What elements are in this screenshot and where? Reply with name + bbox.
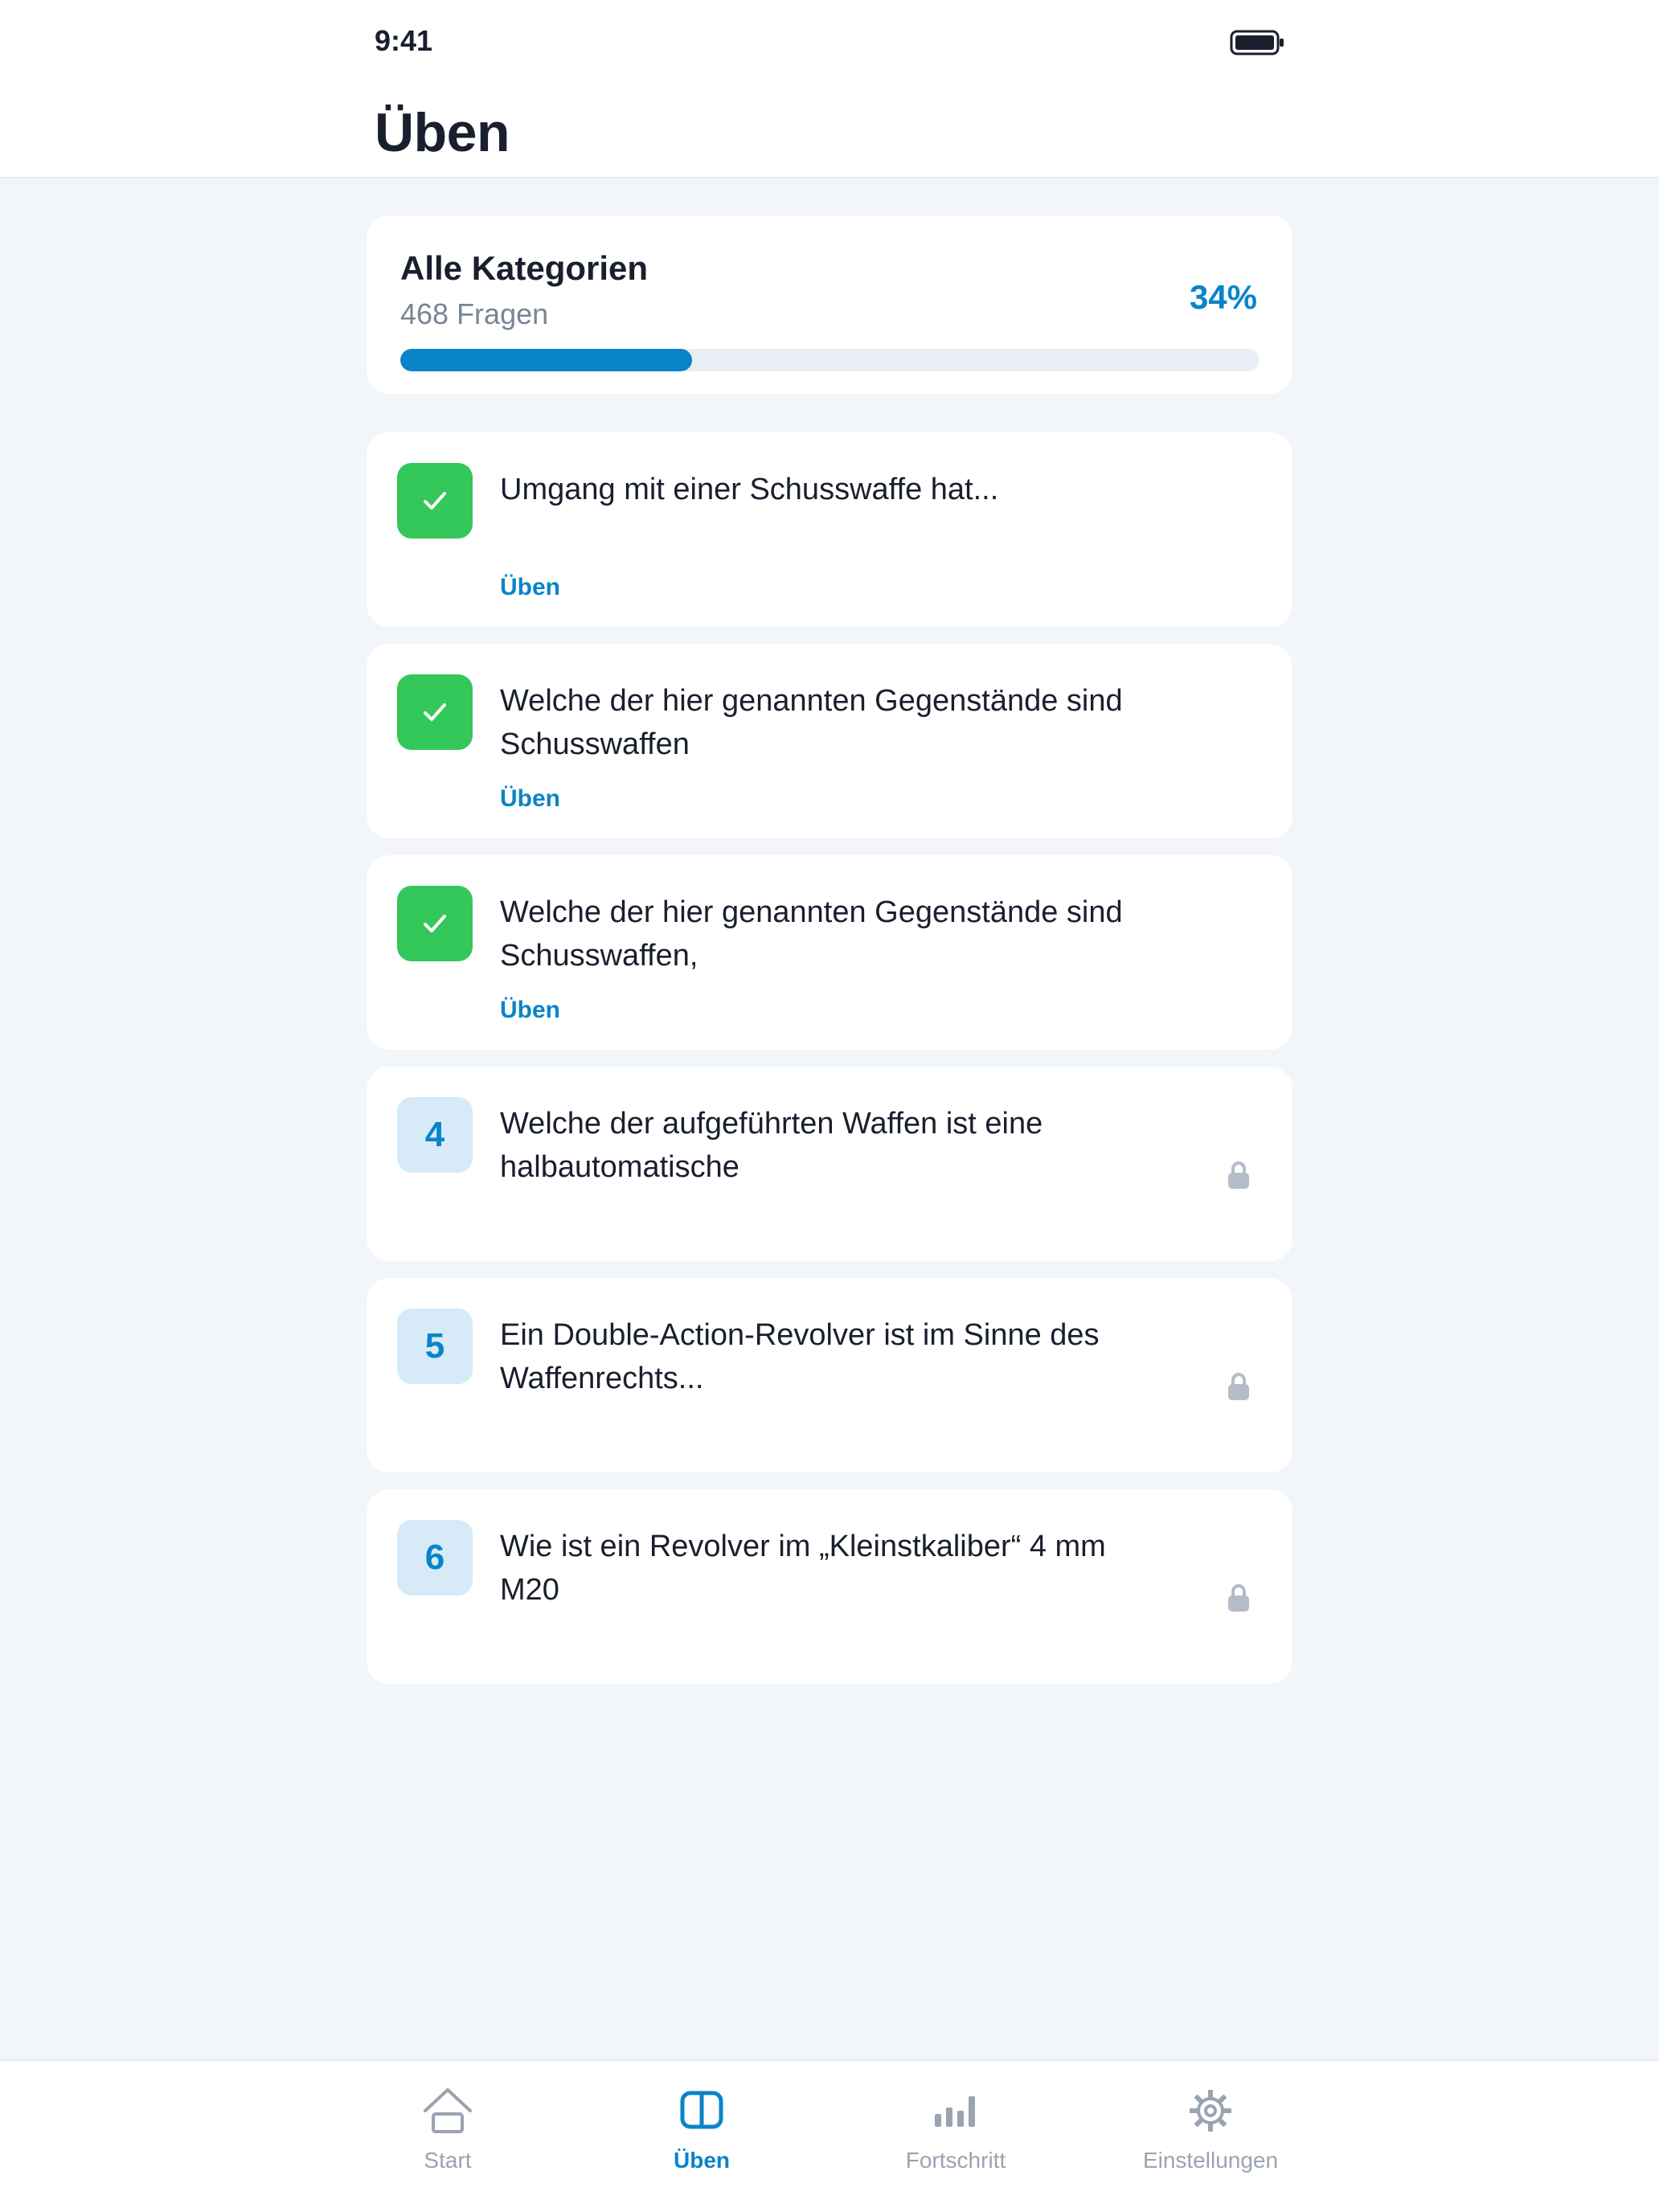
question-number: 4 (424, 1115, 445, 1154)
question-card[interactable]: Welche der hier genannten Gegenstände si… (367, 644, 1292, 838)
tab-üben[interactable]: Üben (589, 2061, 814, 2181)
question-text: Welche der hier genannten Gegenstände si… (500, 684, 1123, 761)
tab-start[interactable]: Start (335, 2061, 560, 2181)
lock-icon (1228, 1161, 1249, 1189)
question-text: Umgang mit einer Schusswaffe hat... (500, 473, 999, 506)
question-card[interactable]: 4 Welche der aufgeführten Waffen ist eine… (367, 1067, 1292, 1261)
tab-label: Einstellungen (1142, 2148, 1279, 2173)
practice-link[interactable]: Üben (500, 997, 560, 1024)
tab-bar: Start Üben Fortschritt Einstellungen (0, 2059, 1659, 2212)
checkmark-icon (424, 492, 446, 510)
question-text: Ein Double-Action-Revolver ist im Sinne … (500, 1318, 1100, 1395)
summary-percent: 34% (1189, 278, 1257, 316)
main-content: Alle Kategorien 468 Fragen 34% Umgang mi… (367, 215, 1292, 1701)
question-list: Umgang mit einer Schusswaffe hat... Üben W… (367, 432, 1292, 1684)
bar-chart-icon (935, 2096, 975, 2127)
question-text: Welche der aufgeführten Waffen ist eine … (500, 1107, 1043, 1184)
practice-link[interactable]: Üben (500, 785, 560, 813)
checkmark-icon (424, 703, 446, 721)
page-title: Üben (375, 102, 510, 163)
summary-progress-fill (400, 349, 693, 371)
question-text: Welche der hier genannten Gegenstände si… (500, 895, 1123, 973)
question-status-badge: 4 (397, 1097, 473, 1173)
status-time: 9:41 (375, 24, 433, 57)
question-status-badge: 5 (397, 1309, 473, 1384)
lock-icon (1228, 1373, 1249, 1400)
question-status-badge (397, 886, 473, 961)
practice-link[interactable]: Üben (500, 574, 560, 601)
checkmark-icon (424, 915, 446, 932)
tab-einstellungen[interactable]: Einstellungen (1098, 2061, 1323, 2181)
question-card[interactable]: Umgang mit einer Schusswaffe hat... Üben (367, 432, 1292, 627)
question-status-badge (397, 463, 473, 539)
tab-label: Üben (674, 2148, 730, 2173)
question-card[interactable]: 5 Ein Double-Action-Revolver ist im Sinne… (367, 1278, 1292, 1473)
question-card[interactable]: Welche der hier genannten Gegenstände si… (367, 855, 1292, 1050)
tab-fortschritt[interactable]: Fortschritt (843, 2061, 1068, 2181)
question-number: 6 (424, 1538, 445, 1577)
question-number: 5 (424, 1326, 445, 1366)
all-categories-card[interactable]: Alle Kategorien 468 Fragen 34% (367, 215, 1292, 394)
summary-progress-bar (400, 349, 1259, 371)
gear-icon (1190, 2090, 1231, 2132)
header: 9:41 Üben (0, 0, 1659, 178)
question-card[interactable]: 6 Wie ist ein Revolver im „Kleinstkaliber… (367, 1489, 1292, 1684)
battery-icon (1230, 30, 1284, 55)
book-icon (680, 2091, 723, 2129)
question-text: Wie ist ein Revolver im „Kleinstkaliber“… (500, 1530, 1106, 1607)
tab-label: Fortschritt (905, 2148, 1006, 2173)
tab-label: Start (424, 2148, 472, 2173)
summary-question-count: 468 Fragen (400, 297, 549, 330)
home-icon (424, 2088, 472, 2133)
question-status-badge (397, 674, 473, 750)
lock-icon (1228, 1584, 1249, 1612)
question-status-badge: 6 (397, 1520, 473, 1596)
summary-title: Alle Kategorien (400, 249, 649, 287)
